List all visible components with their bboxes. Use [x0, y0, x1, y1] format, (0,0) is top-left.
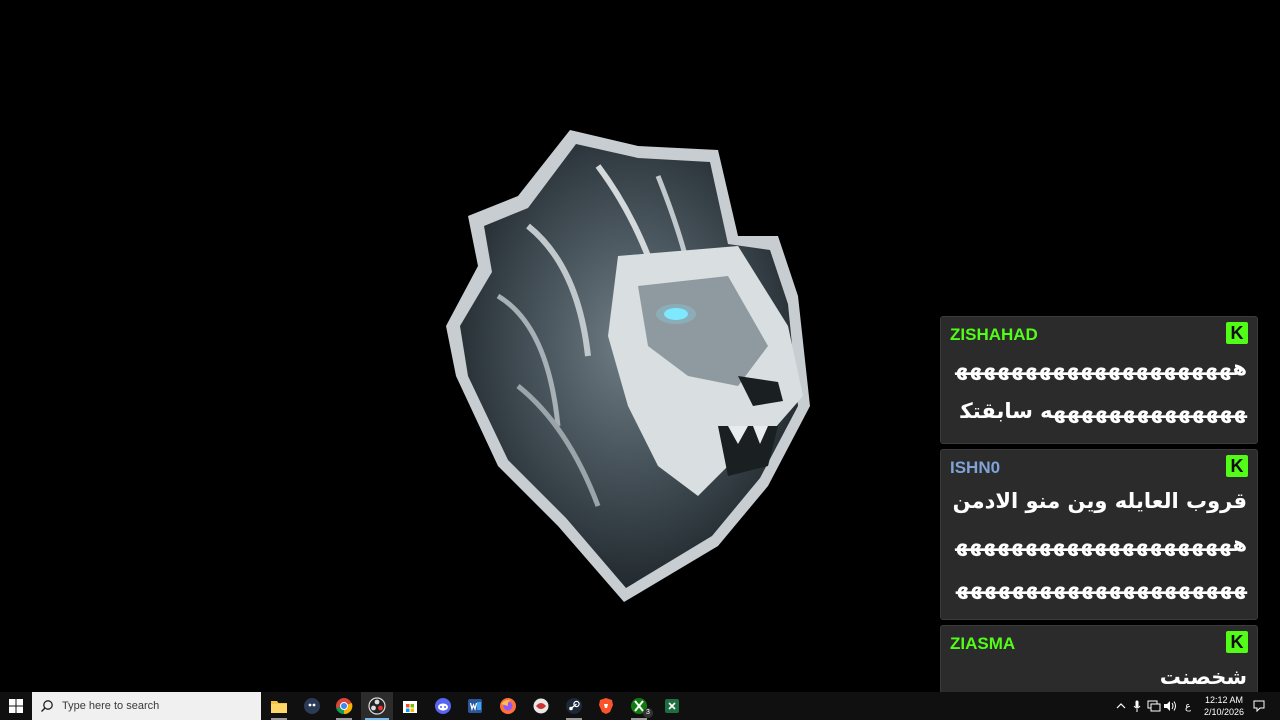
brave-icon[interactable] — [590, 692, 622, 720]
search-input[interactable] — [60, 699, 254, 713]
word-icon[interactable] — [459, 692, 491, 720]
windows-logo-icon — [9, 699, 23, 713]
chrome-icon[interactable] — [328, 692, 360, 720]
chat-username: ZISHAHAD — [950, 325, 1038, 344]
kick-badge-label: K — [1230, 456, 1244, 476]
chat-overlay: ZISHAHAD K ههههههههههههههههههههههههههههه… — [940, 316, 1258, 715]
taskbar-search[interactable] — [32, 692, 261, 720]
microphone-icon[interactable] — [1130, 692, 1144, 720]
chat-username: ISHN0 — [950, 458, 1001, 477]
firefox-icon[interactable] — [492, 692, 524, 720]
chat-message-text: قروب العايله وين منو الادمن هههههههههههه… — [952, 489, 1247, 642]
xbox-icon[interactable]: 3 — [623, 692, 655, 720]
clock-time: 12:12 AM — [1204, 695, 1244, 705]
app-icon[interactable] — [296, 692, 328, 720]
language-label: ع — [1185, 700, 1191, 712]
chat-message: ISHN0 K قروب العايله وين منو الادمن هههه… — [940, 449, 1258, 642]
xbox-notification-badge: 3 — [643, 708, 653, 718]
app-icon-2[interactable] — [525, 692, 557, 720]
obs-icon[interactable] — [361, 692, 393, 720]
network-icon[interactable] — [1146, 692, 1162, 720]
taskbar-clock[interactable]: 12:12 AM 2/10/2026 — [1198, 692, 1250, 720]
chat-username: ZIASMA — [950, 634, 1016, 653]
taskbar: 3 ع 12:12 AM 2/10/2026 — [0, 692, 1280, 720]
kick-badge-icon: K — [1226, 631, 1248, 653]
start-button[interactable] — [0, 692, 32, 720]
discord-icon[interactable] — [427, 692, 459, 720]
volume-icon[interactable] — [1162, 692, 1178, 720]
lion-logo — [446, 130, 810, 602]
steam-icon[interactable] — [558, 692, 590, 720]
show-hidden-icons-chevron-icon[interactable] — [1114, 692, 1128, 720]
chat-message: ZISHAHAD K ههههههههههههههههههههههههههههه… — [940, 316, 1258, 466]
search-icon — [41, 700, 53, 712]
kick-badge-icon: K — [1226, 322, 1248, 344]
kick-badge-icon: K — [1226, 455, 1248, 477]
microsoft-store-icon[interactable] — [394, 692, 426, 720]
chat-message-text: هههههههههههههههههههههههههههههههههههه ساب… — [955, 356, 1247, 466]
kick-badge-label: K — [1230, 632, 1244, 652]
excel-icon[interactable] — [656, 692, 688, 720]
file-explorer-icon[interactable] — [263, 692, 295, 720]
kick-badge-label: K — [1230, 323, 1244, 343]
notification-center-icon[interactable] — [1250, 692, 1268, 720]
clock-date: 2/10/2026 — [1203, 707, 1245, 717]
input-language-indicator[interactable]: ع — [1180, 692, 1196, 720]
